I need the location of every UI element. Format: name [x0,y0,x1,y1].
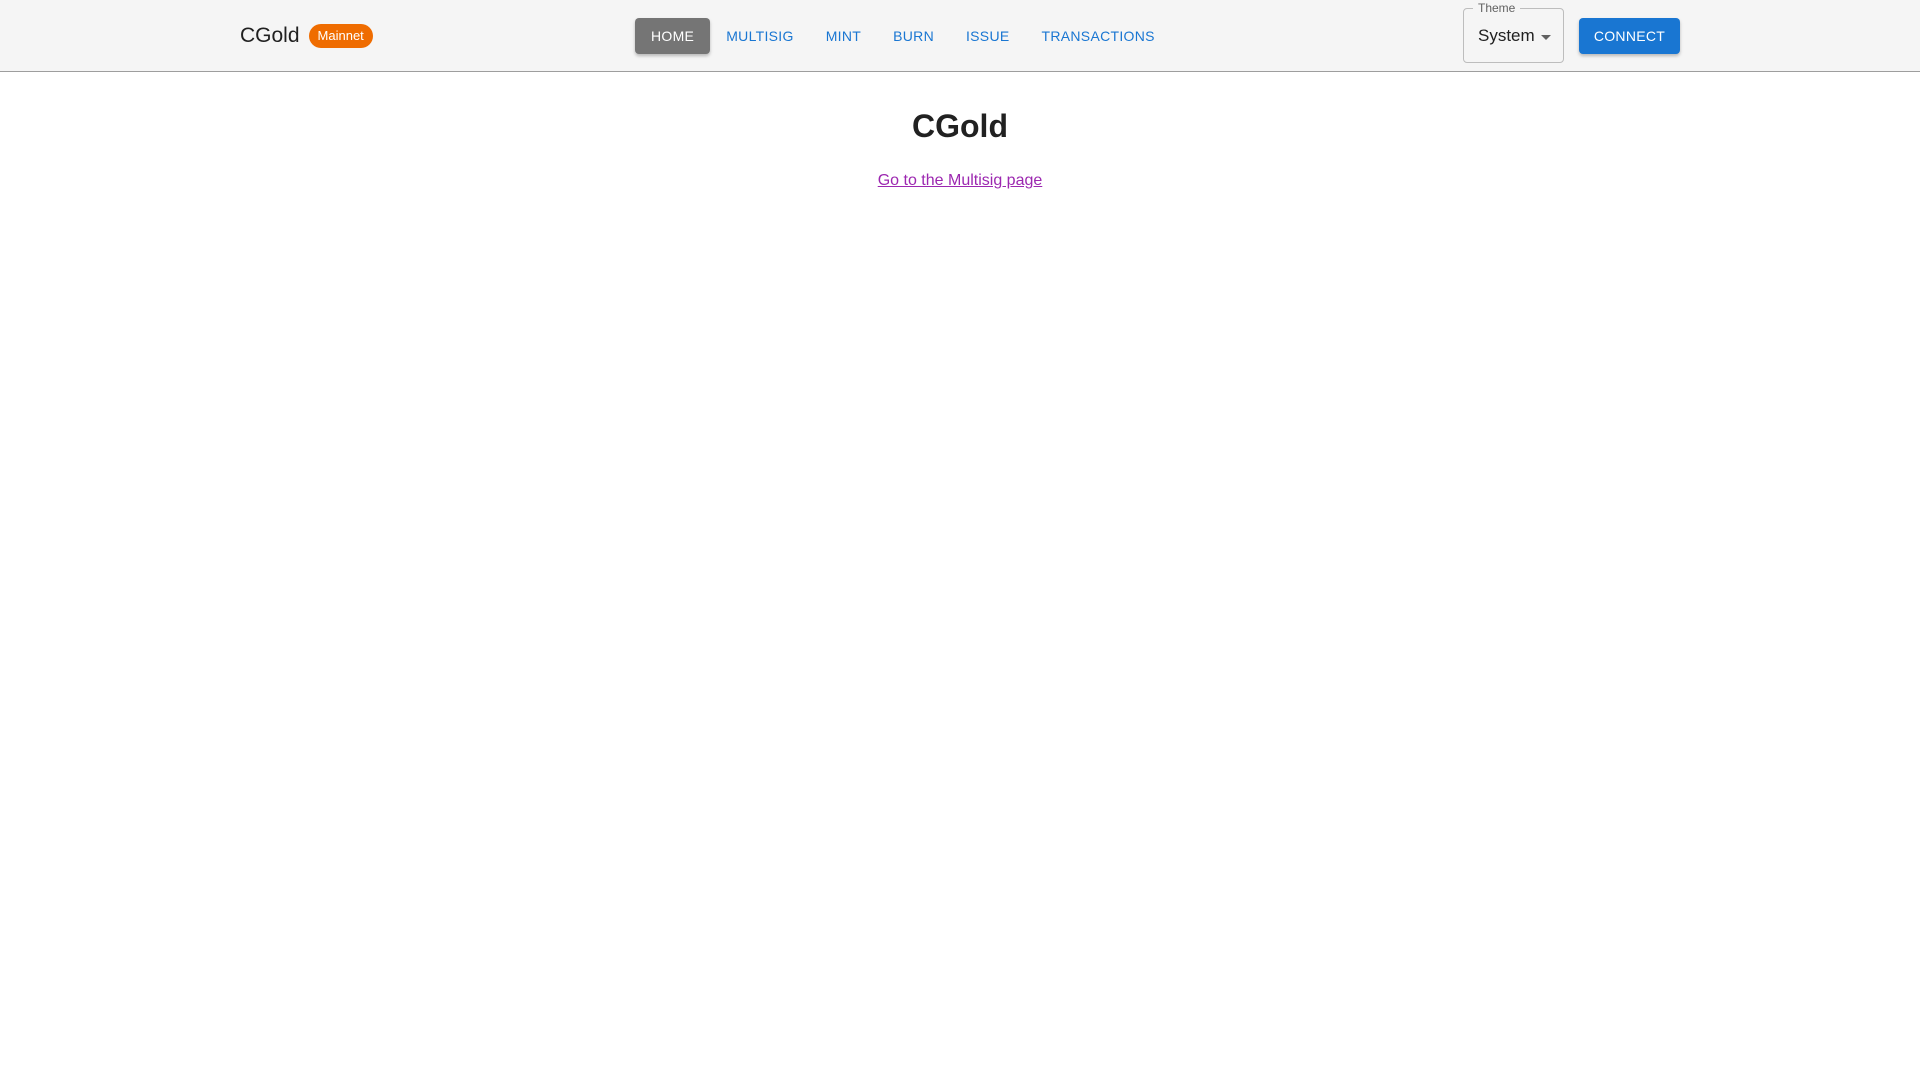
caret-down-icon [1541,35,1551,40]
theme-select-value: System [1478,26,1535,45]
main-content: CGold Go to the Multisig page [0,72,1920,190]
brand-title[interactable]: CGold [240,22,300,50]
nav-mint[interactable]: MINT [810,18,877,54]
connect-button[interactable]: CONNECT [1579,18,1680,54]
nav-multisig[interactable]: MULTISIG [710,18,809,54]
app-bar: CGold Mainnet HOME MULTISIG MINT BURN IS… [0,0,1920,72]
brand: CGold Mainnet [240,22,373,50]
main-nav: HOME MULTISIG MINT BURN ISSUE TRANSACTIO… [635,18,1171,54]
nav-home[interactable]: HOME [635,18,711,54]
nav-transactions[interactable]: TRANSACTIONS [1026,18,1171,54]
multisig-page-link[interactable]: Go to the Multisig page [878,172,1043,190]
theme-select[interactable]: Theme System [1463,0,1564,63]
theme-select-label: Theme [1473,0,1521,16]
nav-issue[interactable]: ISSUE [950,18,1026,54]
network-badge: Mainnet [308,24,373,48]
nav-burn[interactable]: BURN [877,18,950,54]
page-title: CGold [912,108,1008,144]
